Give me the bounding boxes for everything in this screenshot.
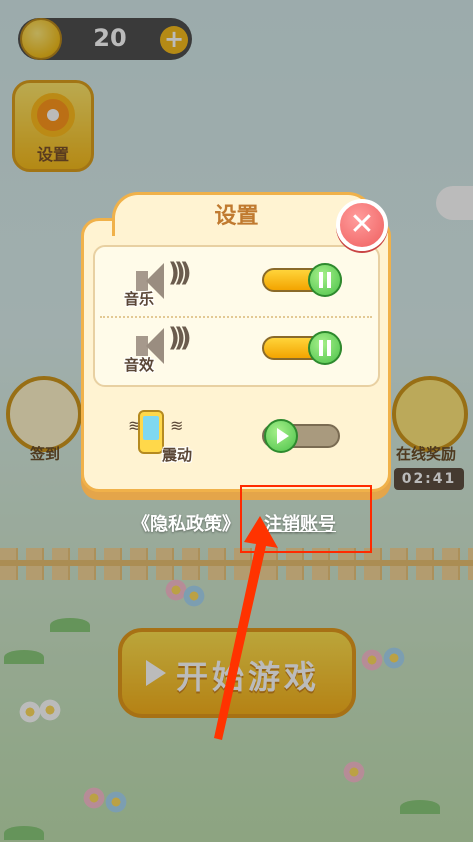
close-button[interactable]: ✕ — [336, 199, 388, 251]
vibration-lines-icon: ≋ — [170, 416, 184, 435]
sound-waves-icon: ))) — [168, 258, 192, 288]
vibrate-toggle-knob[interactable] — [264, 419, 298, 453]
phone-vibrate-icon — [138, 410, 164, 454]
sfx-toggle-knob[interactable] — [308, 331, 342, 365]
pointer-arrow-icon — [214, 516, 278, 740]
sfx-label: 音效 — [124, 356, 155, 374]
vibrate-label: 震动 — [162, 446, 193, 464]
play-icon — [277, 428, 289, 444]
music-toggle-knob[interactable] — [308, 263, 342, 297]
panel-divider — [100, 316, 372, 318]
pause-icon — [319, 272, 323, 288]
sound-waves-icon: ))) — [168, 323, 192, 353]
music-label: 音乐 — [124, 290, 155, 308]
pause-icon — [319, 340, 323, 356]
dialog-title: 设置 — [214, 204, 259, 229]
